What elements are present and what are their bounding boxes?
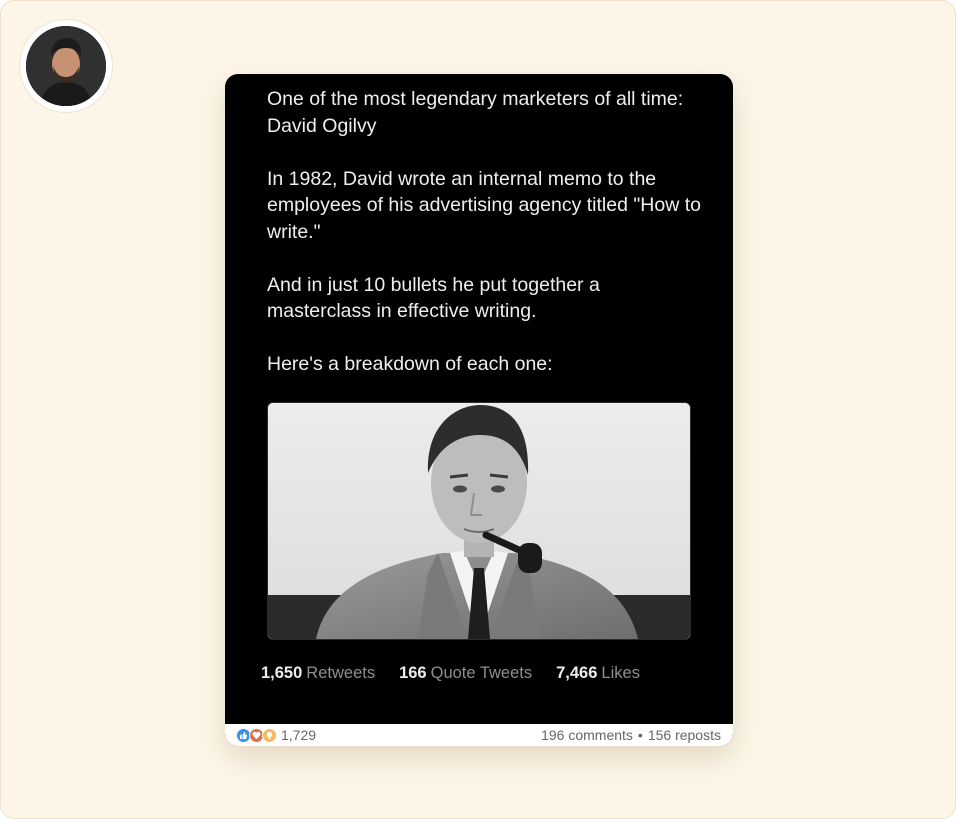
reposts-count[interactable]: 156 reposts xyxy=(648,727,721,743)
insightful-icon xyxy=(262,727,277,743)
quote-tweet-count: 166 xyxy=(399,664,427,682)
comments-count[interactable]: 196 comments xyxy=(541,727,633,743)
tweet-paragraph: Here's a breakdown of each one: xyxy=(267,353,553,375)
likes-count: 7,466 xyxy=(556,664,598,682)
tweet-text: One of the most legendary marketers of a… xyxy=(267,86,707,404)
avatar[interactable] xyxy=(26,26,106,106)
tweet-photo[interactable] xyxy=(267,402,691,640)
quote-tweet-label: Quote Tweets xyxy=(430,664,533,682)
likes-label: Likes xyxy=(601,664,640,682)
author-avatar-ring[interactable] xyxy=(19,19,113,113)
reaction-count: 1,729 xyxy=(281,727,317,743)
quote-tweet-stat[interactable]: 166 Quote Tweets xyxy=(399,664,532,683)
tweet-stats: 1,650 Retweets 166 Quote Tweets 7,466 Likes xyxy=(261,664,640,683)
post-card[interactable]: One of the most legendary marketers of a… xyxy=(225,74,733,746)
reactions-summary[interactable]: 1,729 xyxy=(236,727,316,743)
engagement-bar: 1,729 196 comments • 156 reposts xyxy=(225,724,733,746)
tweet-paragraph: In 1982, David wrote an internal memo to… xyxy=(267,167,701,243)
engagement-counts: 196 comments • 156 reposts xyxy=(541,727,721,743)
retweet-count: 1,650 xyxy=(261,664,303,682)
separator-dot: • xyxy=(637,727,643,743)
likes-stat[interactable]: 7,466 Likes xyxy=(556,664,640,683)
tweet-paragraph: One of the most legendary marketers of a… xyxy=(267,88,684,137)
retweet-label: Retweets xyxy=(306,664,376,682)
tweet-paragraph: And in just 10 bullets he put together a… xyxy=(267,273,600,323)
retweet-stat[interactable]: 1,650 Retweets xyxy=(261,664,375,683)
page-frame: One of the most legendary marketers of a… xyxy=(0,0,956,819)
